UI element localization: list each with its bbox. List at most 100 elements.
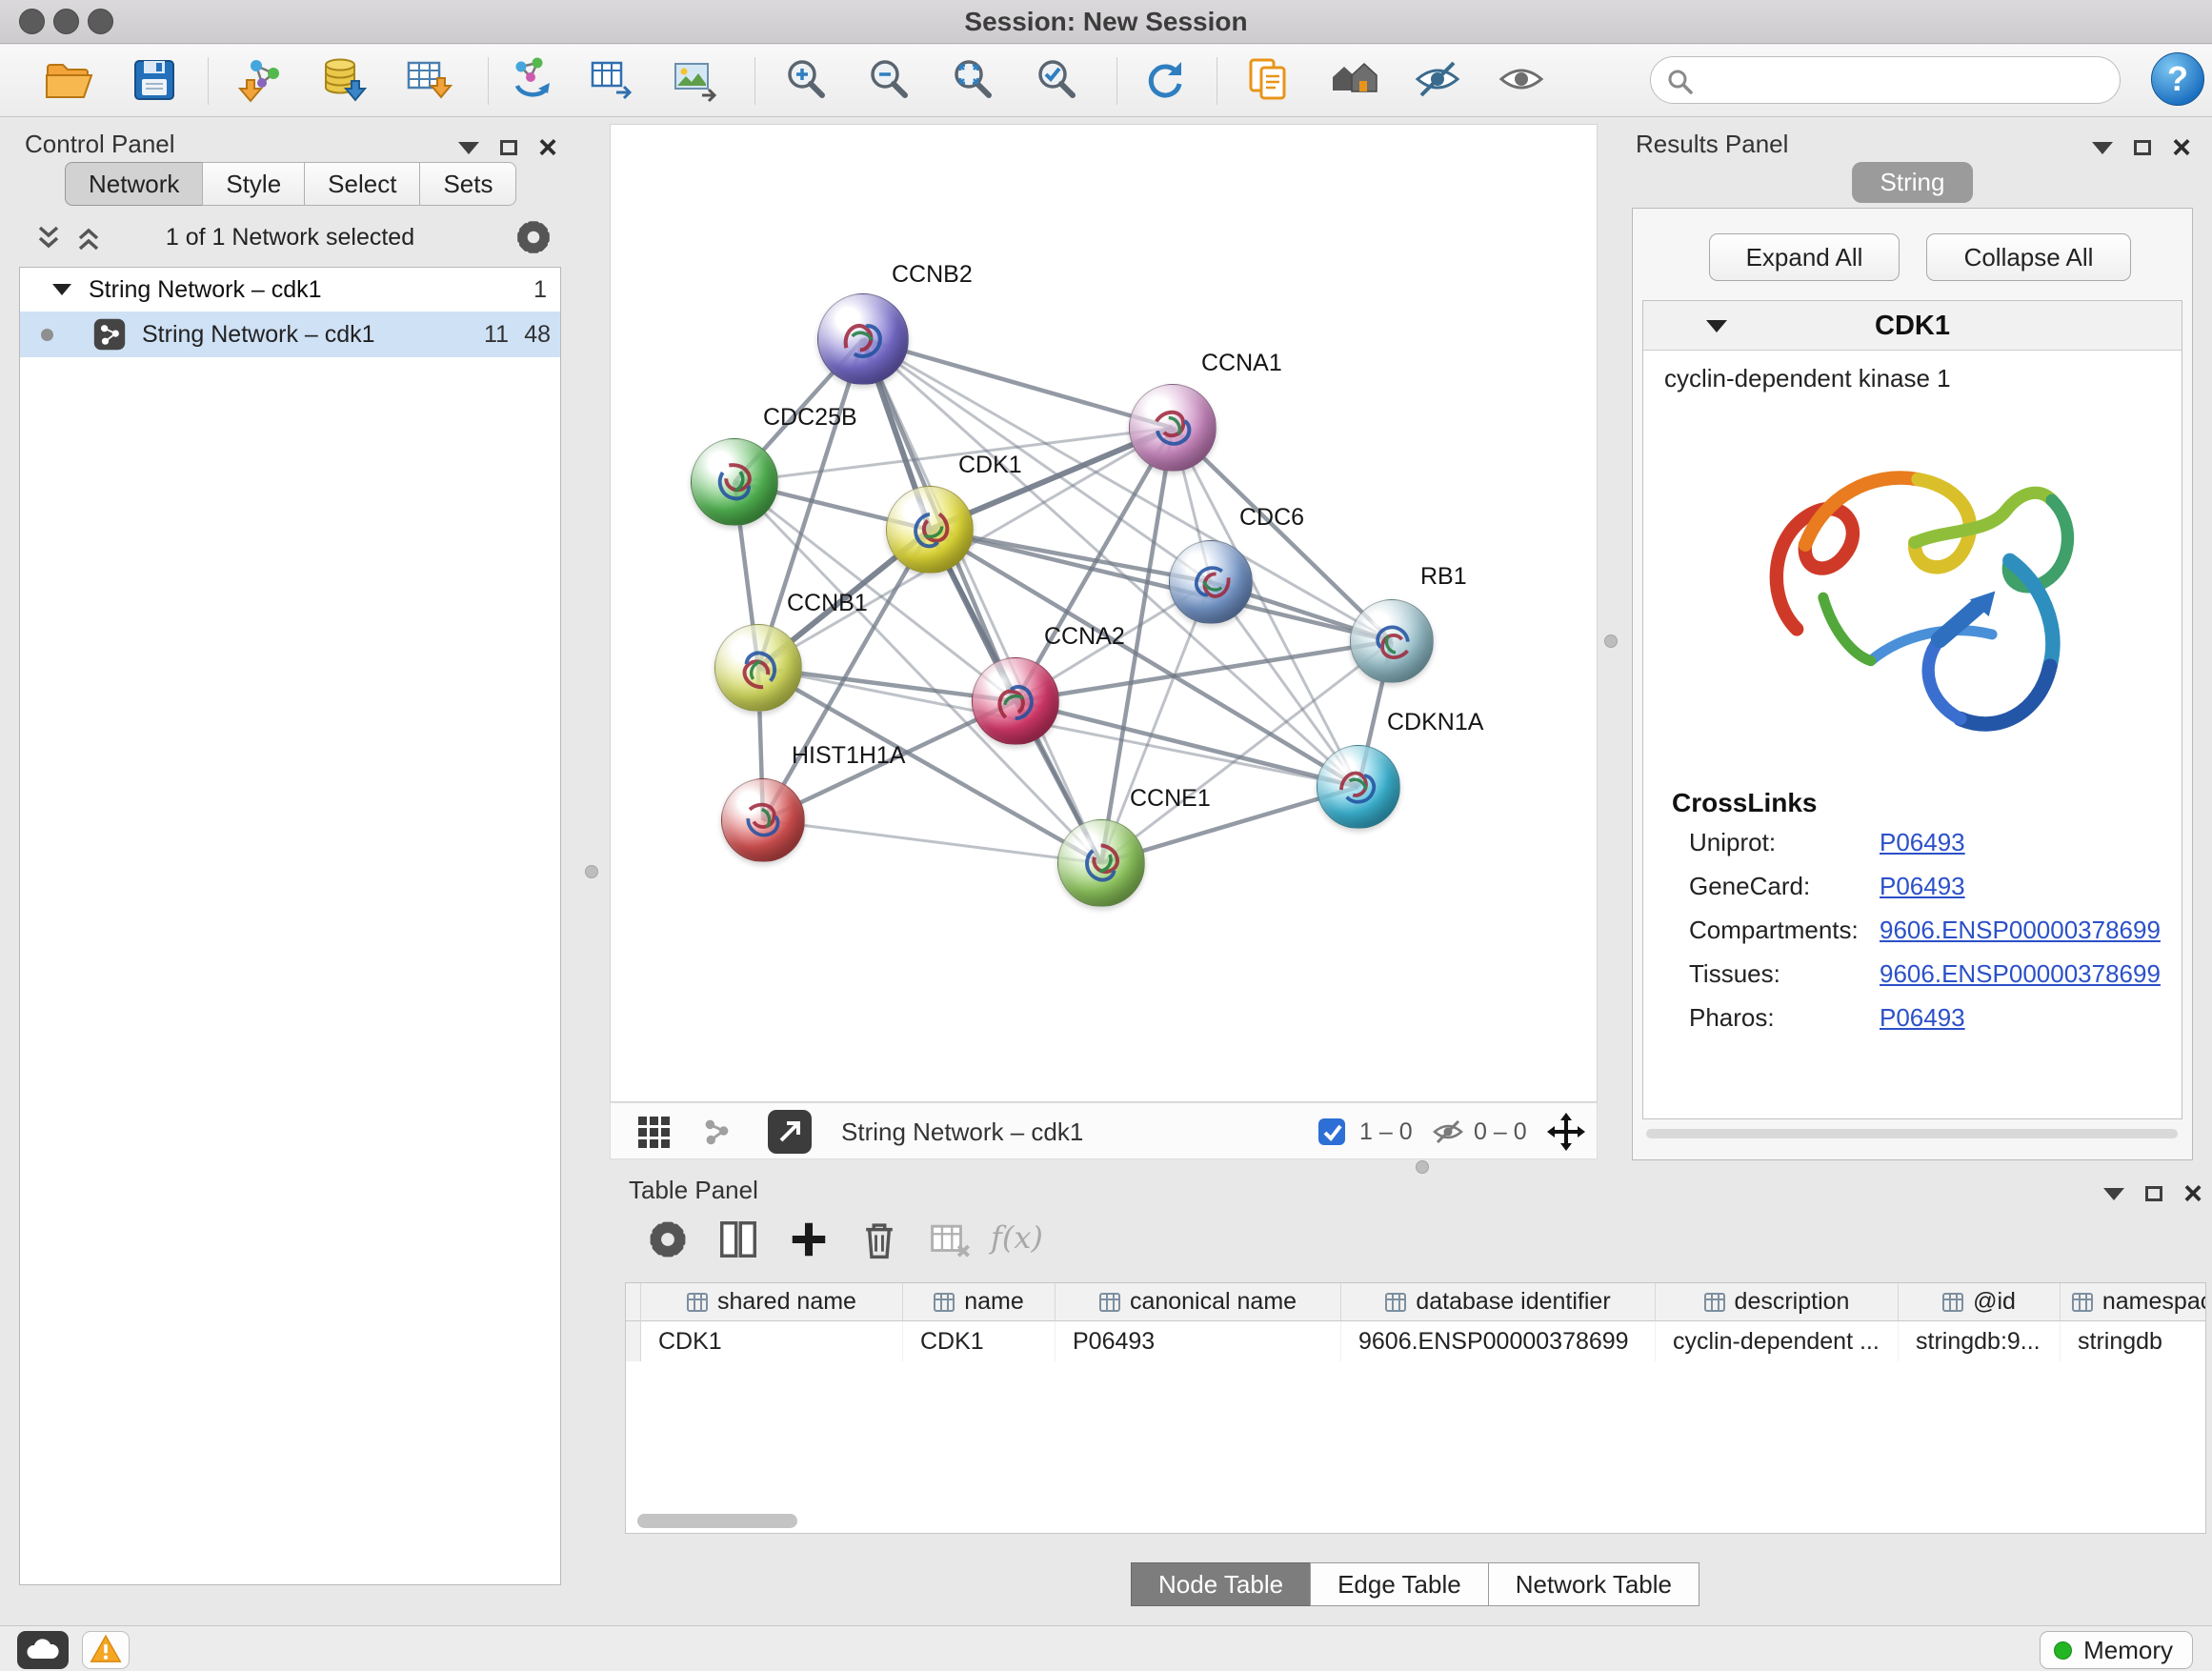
- tab-style[interactable]: Style: [202, 162, 305, 206]
- close-window-button[interactable]: [19, 9, 45, 34]
- gear-icon[interactable]: [513, 217, 553, 262]
- tab-select[interactable]: Select: [304, 162, 420, 206]
- network-node-ccne1[interactable]: [1057, 819, 1145, 907]
- crosslink-link[interactable]: 9606.ENSP00000378699: [1880, 952, 2161, 996]
- crosslink-link[interactable]: P06493: [1880, 996, 1965, 1039]
- cloud-button[interactable]: [17, 1631, 69, 1669]
- network-node-cdkn1a[interactable]: [1317, 745, 1400, 829]
- delete-table-icon[interactable]: [928, 1218, 972, 1266]
- function-builder-icon[interactable]: f(x): [991, 1219, 1043, 1256]
- pan-crosshair-icon[interactable]: [1546, 1112, 1586, 1157]
- network-canvas[interactable]: CCNB2 CCNA1 CDC25B CDK1 CDC6 RB1 CCNB1 C…: [610, 124, 1598, 1102]
- import-table-from-file-button[interactable]: [400, 53, 455, 109]
- save-session-button[interactable]: [127, 53, 182, 109]
- open-external-button[interactable]: [768, 1110, 812, 1154]
- protein-card-header[interactable]: CDK1: [1643, 301, 2182, 351]
- cloud-icon: [24, 1636, 62, 1662]
- table-panel-close-icon[interactable]: ×: [2183, 1178, 2202, 1210]
- hidden-eye-slash-icon[interactable]: [1432, 1117, 1464, 1151]
- selected-checkbox-icon[interactable]: [1317, 1117, 1346, 1151]
- table-cell[interactable]: CDK1: [903, 1321, 1056, 1361]
- bottom-splitter-handle[interactable]: [1416, 1160, 1429, 1174]
- string-home-button[interactable]: [1327, 53, 1382, 109]
- network-node-rb1[interactable]: [1350, 599, 1434, 683]
- control-panel-float-icon[interactable]: [500, 140, 517, 155]
- zoom-fit-button[interactable]: [946, 53, 1001, 109]
- column-header-name[interactable]: name: [903, 1283, 1056, 1321]
- table-cell[interactable]: stringdb: [2061, 1321, 2206, 1361]
- tab-network[interactable]: Network: [65, 162, 203, 206]
- hide-glass-button[interactable]: [1410, 53, 1465, 109]
- tree-expander-icon[interactable]: [52, 284, 71, 295]
- network-table-button[interactable]: [584, 53, 639, 109]
- zoom-selected-button[interactable]: [1030, 53, 1085, 109]
- tab-node-table[interactable]: Node Table: [1131, 1562, 1311, 1606]
- results-panel-menu-icon[interactable]: [2092, 142, 2113, 154]
- export-image-button[interactable]: [668, 53, 723, 109]
- right-splitter-handle[interactable]: [1604, 634, 1618, 648]
- tab-sets[interactable]: Sets: [419, 162, 516, 206]
- control-panel-close-icon[interactable]: ×: [538, 131, 557, 164]
- select-columns-icon[interactable]: [716, 1218, 760, 1266]
- copy-document-icon: [1243, 54, 1295, 106]
- memory-button[interactable]: Memory: [2040, 1631, 2193, 1669]
- network-row-selected[interactable]: String Network – cdk1 11 48: [20, 312, 560, 357]
- expand-all-button[interactable]: Expand All: [1709, 233, 1900, 281]
- network-node-hist1h1a[interactable]: [721, 778, 805, 862]
- results-panel-float-icon[interactable]: [2134, 140, 2151, 155]
- save-session-icon: [129, 54, 180, 106]
- network-node-ccna1[interactable]: [1129, 384, 1217, 472]
- search-input[interactable]: [1704, 61, 2104, 99]
- show-glass-button[interactable]: [1494, 53, 1549, 109]
- share-network-icon[interactable]: [698, 1114, 734, 1155]
- table-cell[interactable]: 9606.ENSP00000378699: [1341, 1321, 1656, 1361]
- table-gear-icon[interactable]: [646, 1218, 690, 1266]
- warning-button[interactable]: [82, 1631, 130, 1669]
- zoom-in-button[interactable]: [779, 53, 835, 109]
- network-node-ccna2[interactable]: [972, 657, 1059, 745]
- table-panel-float-icon[interactable]: [2145, 1186, 2162, 1201]
- import-network-from-database-button[interactable]: [314, 53, 370, 109]
- table-horizontal-scrollbar[interactable]: [637, 1514, 797, 1528]
- delete-column-icon[interactable]: [857, 1218, 901, 1266]
- network-node-cdc6[interactable]: [1169, 540, 1253, 624]
- crosslink-link[interactable]: 9606.ENSP00000378699: [1880, 908, 2161, 952]
- table-cell[interactable]: CDK1: [641, 1321, 903, 1361]
- column-header-description[interactable]: description: [1656, 1283, 1899, 1321]
- tab-edge-table[interactable]: Edge Table: [1310, 1562, 1489, 1606]
- network-node-cdk1[interactable]: [886, 486, 974, 574]
- column-header--id[interactable]: @id: [1899, 1283, 2061, 1321]
- network-node-ccnb2[interactable]: [817, 293, 909, 385]
- column-header-database-identifier[interactable]: database identifier: [1341, 1283, 1656, 1321]
- table-cell[interactable]: cyclin-dependent ...: [1656, 1321, 1899, 1361]
- help-button[interactable]: ?: [2151, 52, 2204, 106]
- zoom-out-button[interactable]: [862, 53, 917, 109]
- table-panel-menu-icon[interactable]: [2103, 1188, 2124, 1200]
- clone-network-button[interactable]: [506, 53, 561, 109]
- refresh-layout-button[interactable]: [1136, 53, 1192, 109]
- results-horizontal-scrollbar[interactable]: [1646, 1129, 2178, 1138]
- column-header-namespace[interactable]: namespace: [2061, 1283, 2206, 1321]
- control-panel-menu-icon[interactable]: [458, 142, 479, 154]
- zoom-window-button[interactable]: [88, 9, 113, 34]
- column-header-canonical-name[interactable]: canonical name: [1056, 1283, 1341, 1321]
- table-cell[interactable]: P06493: [1056, 1321, 1341, 1361]
- tab-string[interactable]: String: [1852, 162, 1974, 203]
- network-collection-row[interactable]: String Network – cdk1 1: [20, 268, 560, 312]
- minimize-window-button[interactable]: [53, 9, 79, 34]
- left-splitter-handle[interactable]: [585, 865, 598, 878]
- add-column-icon[interactable]: [787, 1218, 831, 1266]
- open-session-button[interactable]: [41, 53, 96, 109]
- tab-network-table[interactable]: Network Table: [1488, 1562, 1699, 1606]
- crosslink-link[interactable]: P06493: [1880, 820, 1965, 864]
- network-node-ccnb1[interactable]: [714, 624, 802, 712]
- grid-view-icon[interactable]: [635, 1114, 672, 1155]
- results-panel-close-icon[interactable]: ×: [2172, 131, 2191, 164]
- network-node-cdc25b[interactable]: [691, 438, 778, 526]
- copy-document-button[interactable]: [1241, 53, 1297, 109]
- crosslink-link[interactable]: P06493: [1880, 864, 1965, 908]
- import-network-from-file-button[interactable]: [233, 53, 289, 109]
- collapse-all-button[interactable]: Collapse All: [1926, 233, 2131, 281]
- table-cell[interactable]: stringdb:9...: [1899, 1321, 2061, 1361]
- column-header-shared-name[interactable]: shared name: [641, 1283, 903, 1321]
